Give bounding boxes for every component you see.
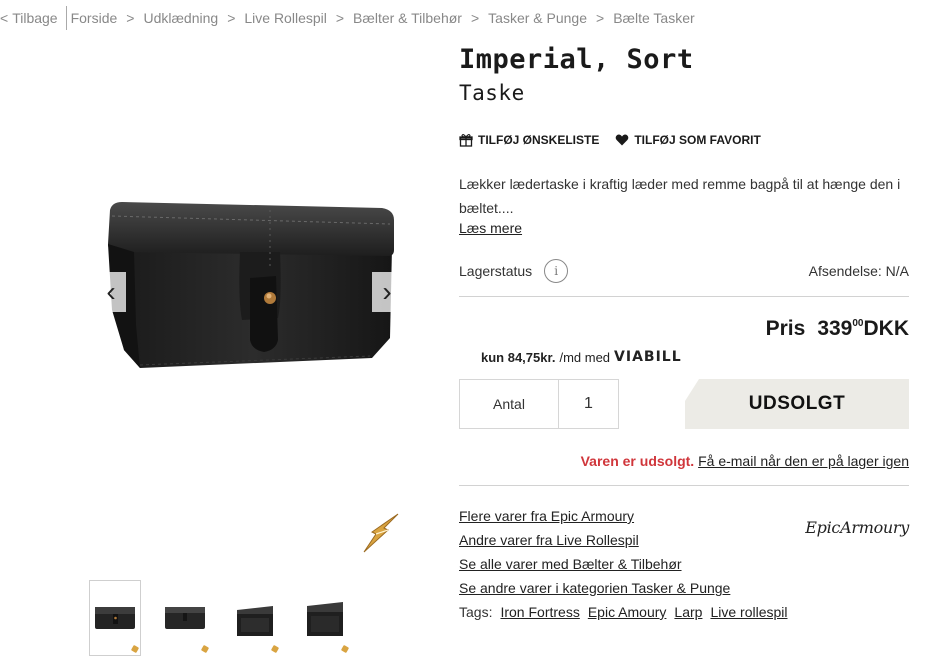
breadcrumb-item-forside[interactable]: Forside xyxy=(71,10,118,26)
soldout-button[interactable]: UDSOLGT xyxy=(685,379,909,429)
gift-icon xyxy=(459,133,473,147)
wishlist-label: TILFØJ ØNSKELISTE xyxy=(478,133,600,147)
stock-notify: Varen er udsolgt. Få e-mail når den er p… xyxy=(459,453,909,469)
thumbnail-2[interactable] xyxy=(159,580,211,656)
thumbnail-1[interactable] xyxy=(89,580,141,656)
breadcrumb-item-baelter-tilbehor[interactable]: Bælter & Tilbehør xyxy=(353,10,462,26)
heart-icon xyxy=(616,134,629,146)
spark-icon xyxy=(130,644,140,654)
stock-row: Lagerstatus i Afsendelse: N/A xyxy=(459,258,909,284)
quantity-label: Antal xyxy=(459,379,559,429)
soldout-text: Varen er udsolgt. xyxy=(580,453,695,469)
divider xyxy=(459,485,909,486)
shipping-status: Afsendelse: N/A xyxy=(808,263,909,279)
arrow-left-icon[interactable]: ‹ xyxy=(96,272,126,312)
breadcrumb-separator: > xyxy=(126,10,135,26)
breadcrumb-item-udklaedning[interactable]: Udklædning xyxy=(143,10,218,26)
spark-icon xyxy=(340,644,350,654)
divider xyxy=(459,296,909,297)
arrow-right-icon[interactable]: › xyxy=(372,272,402,312)
tags-label: Tags: xyxy=(459,604,493,620)
info-icon[interactable]: i xyxy=(544,259,569,283)
breadcrumb: < Tilbage Forside > Udklædning > Live Ro… xyxy=(0,6,695,30)
price: Pris 339 00 DKK xyxy=(459,317,909,341)
related-links: Flere varer fra Epic Armoury Andre varer… xyxy=(459,504,909,624)
product-title: Imperial, Sort xyxy=(459,44,694,75)
viabill-installment: kun 84,75kr. /md med VIABILL xyxy=(481,349,909,365)
spark-icon xyxy=(200,644,210,654)
back-label: Tilbage xyxy=(12,10,58,26)
breadcrumb-separator: > xyxy=(335,10,345,26)
add-to-favorite-button[interactable]: TILFØJ SOM FAVORIT xyxy=(615,133,761,147)
read-more-link[interactable]: Læs mere xyxy=(459,220,522,236)
product-info: Imperial, Sort Taske TILFØJ ØNSKELISTE T… xyxy=(459,40,909,624)
viabill-amount: kun 84,75kr. xyxy=(481,349,556,365)
breadcrumb-separator: > xyxy=(470,10,480,26)
price-whole: 339 xyxy=(817,317,853,340)
favorite-label: TILFØJ SOM FAVORIT xyxy=(634,133,761,147)
product-main-image[interactable] xyxy=(100,190,400,420)
product-actions: TILFØJ ØNSKELISTE TILFØJ SOM FAVORIT xyxy=(459,133,909,147)
tag-live-rollespil[interactable]: Live rollespil xyxy=(710,600,787,624)
viabill-text: /md med xyxy=(559,349,611,365)
breadcrumb-item-tasker-punge[interactable]: Tasker & Punge xyxy=(488,10,587,26)
product-subtitle: Taske xyxy=(459,81,525,105)
price-currency: DKK xyxy=(863,317,910,340)
thumbnail-4[interactable] xyxy=(299,580,351,656)
tag-larp[interactable]: Larp xyxy=(674,600,702,624)
breadcrumb-separator: > xyxy=(227,10,236,26)
tag-epic-amoury[interactable]: Epic Amoury xyxy=(588,600,667,624)
brand-stamp-icon xyxy=(358,510,404,556)
link-category-tasker-punge[interactable]: Se andre varer i kategorien Tasker & Pun… xyxy=(459,576,909,600)
tags: Tags: Iron Fortress Epic Amoury Larp Liv… xyxy=(459,600,909,624)
link-all-baelter-tilbehor[interactable]: Se alle varer med Bælter & Tilbehør xyxy=(459,552,909,576)
spark-icon xyxy=(270,644,280,654)
back-link[interactable]: < Tilbage xyxy=(0,10,66,26)
price-decimals: 00 xyxy=(852,318,864,329)
tag-iron-fortress[interactable]: Iron Fortress xyxy=(500,600,579,624)
breadcrumb-divider xyxy=(65,6,67,30)
price-label: Pris xyxy=(765,317,806,340)
product-description: Lækker lædertaske i kraftig læder med re… xyxy=(459,176,901,216)
product-gallery: ‹ › xyxy=(0,40,430,656)
breadcrumb-item-baelte-tasker[interactable]: Bælte Tasker xyxy=(613,10,694,26)
viabill-logo[interactable]: VIABILL xyxy=(614,349,682,365)
breadcrumb-item-live-rollespil[interactable]: Live Rollespil xyxy=(244,10,326,26)
stock-label: Lagerstatus xyxy=(459,263,533,279)
add-to-wishlist-button[interactable]: TILFØJ ØNSKELISTE xyxy=(459,133,599,147)
brand-logo[interactable]: EpicArmoury xyxy=(805,518,909,537)
thumbnail-3[interactable] xyxy=(229,580,281,656)
breadcrumb-separator: > xyxy=(596,10,605,26)
chevron-left-icon: < xyxy=(0,10,9,26)
quantity-input[interactable]: 1 xyxy=(559,379,619,429)
thumbnail-strip xyxy=(89,580,351,656)
quantity-row: Antal 1 UDSOLGT xyxy=(459,379,909,429)
notify-email-link[interactable]: Få e-mail når den er på lager igen xyxy=(698,453,909,469)
